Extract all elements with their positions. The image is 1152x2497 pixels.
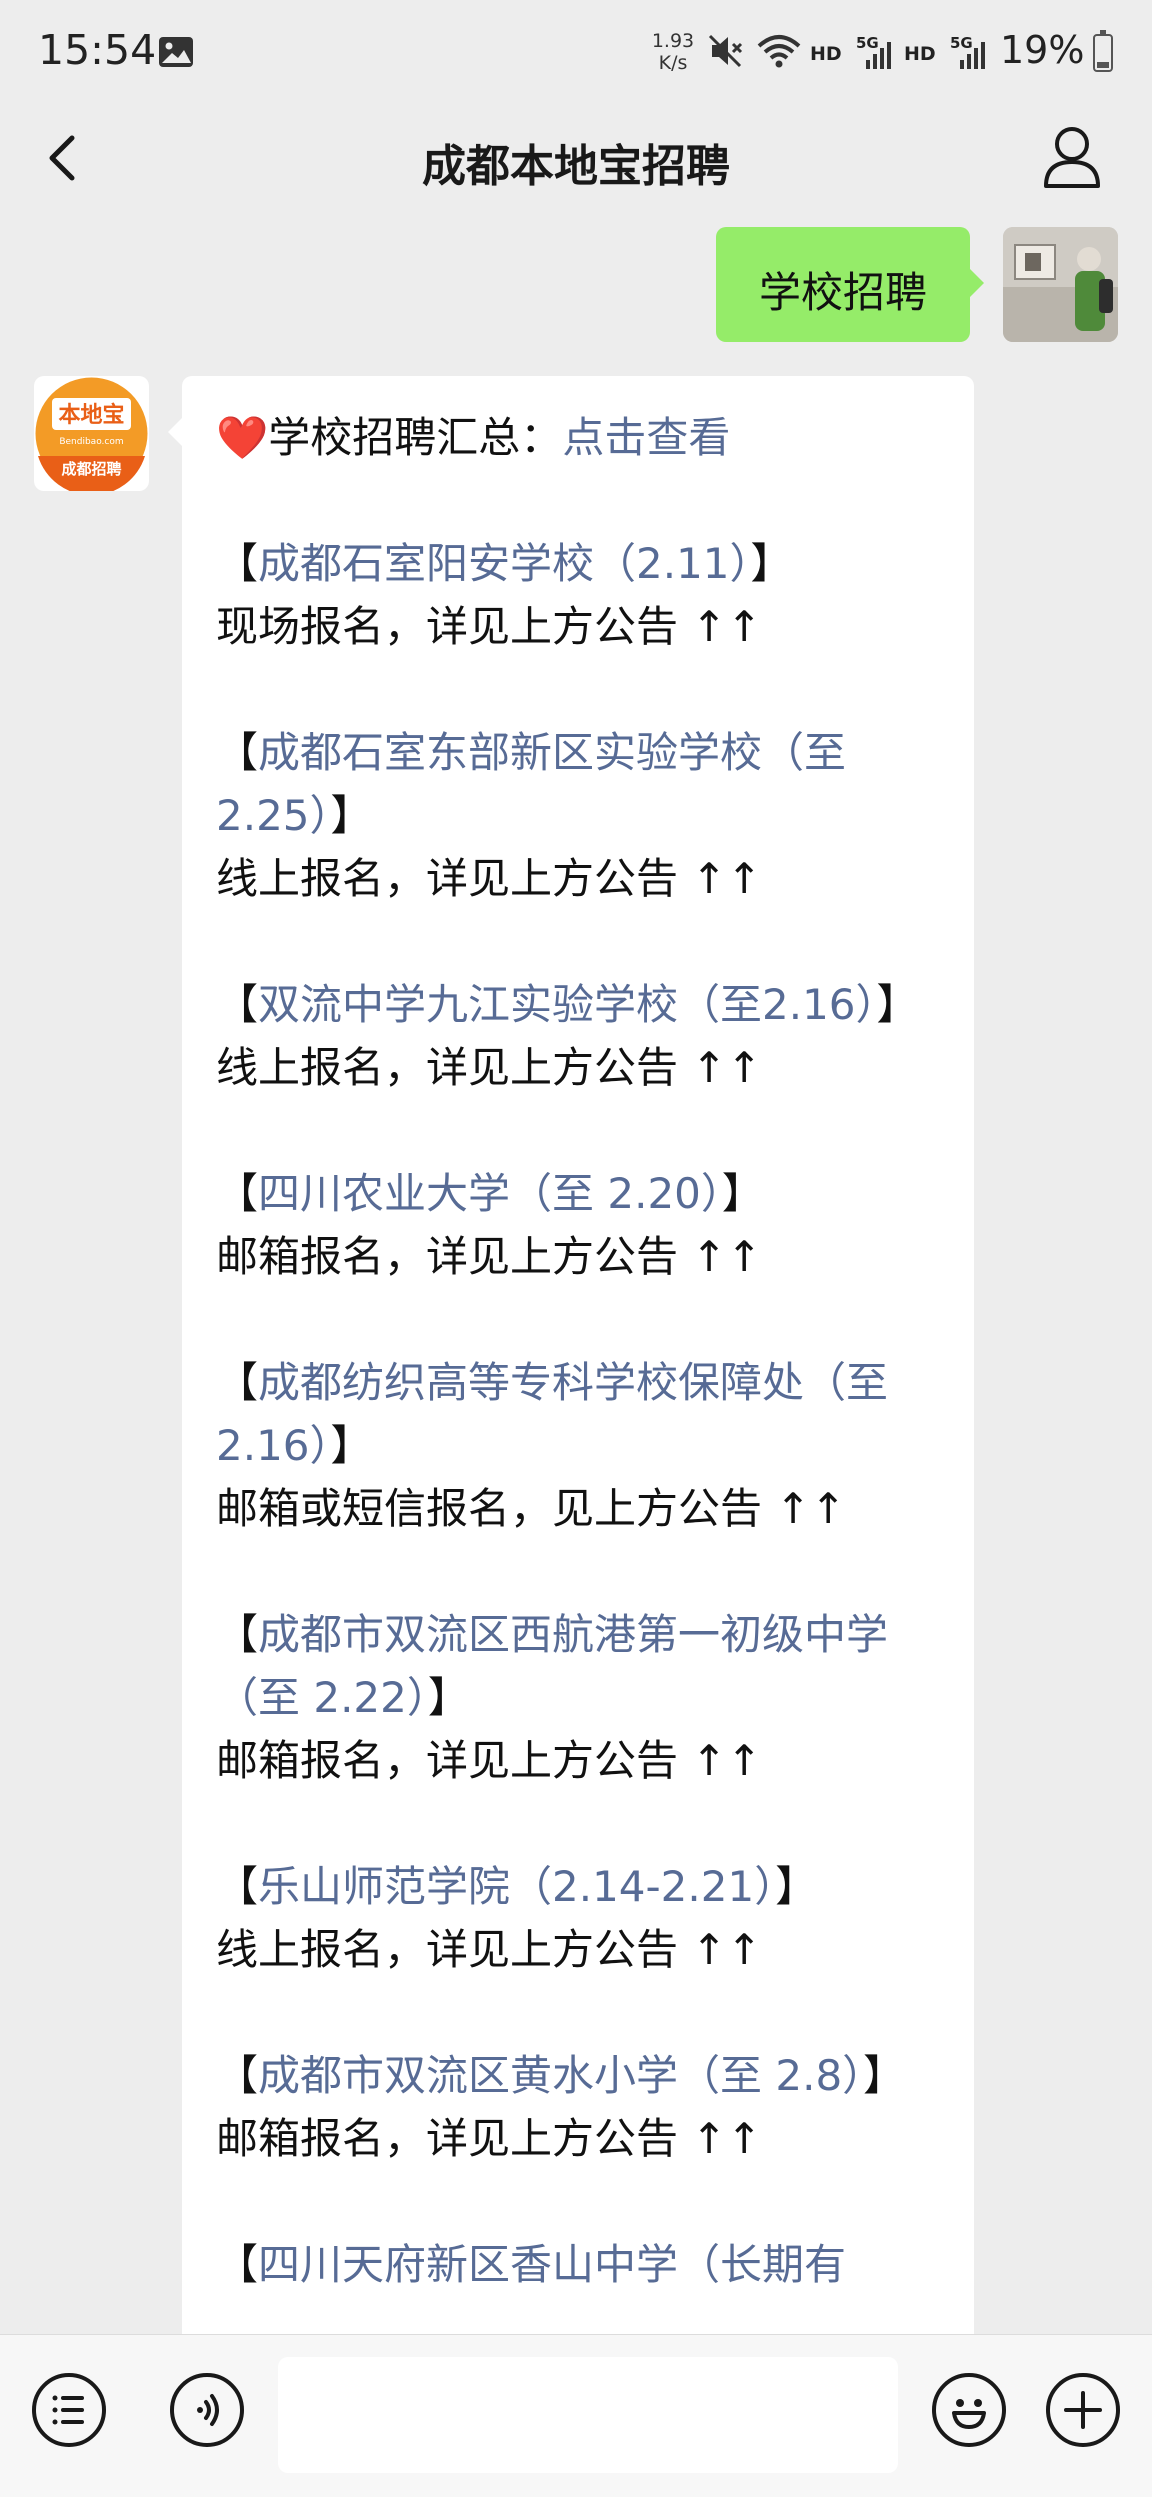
hd-label: HD [810,43,842,65]
recruitment-item: 【成都石室东部新区实验学校（至2.25）】线上报名，详见上方公告 ↑↑ [216,721,956,910]
bracket-open: 【 [216,980,259,1029]
status-bar: 15:54 1.93 K/s HD 5G HD 5G 19% [0,0,1152,100]
logo-bottom-text: 成都招聘 [61,460,121,478]
nav-bar: 成都本地宝招聘 [0,100,1152,220]
signup-note: 线上报名，详见上方公告 ↑↑ [216,1043,762,1092]
bracket-open: 【 [216,1358,259,1407]
hd-label-2: HD [904,43,936,65]
message-input[interactable] [278,2357,898,2473]
view-all-link[interactable]: 点击查看 [562,413,730,462]
summary-line: ❤️学校招聘汇总：点击查看 [216,406,956,469]
menu-button[interactable] [32,2373,106,2447]
plus-button[interactable] [1046,2373,1120,2447]
bracket-open: 【 [216,2051,259,2100]
message-content: ❤️学校招聘汇总：点击查看 【成都石室阳安学校（2.11）】 现场报名，详见上方公… [216,406,956,2359]
my-avatar[interactable] [1003,227,1118,342]
recruitment-item: 【成都市双流区黄水小学（至 2.8）】邮箱报名，详见上方公告 ↑↑ [216,2044,956,2170]
school-link[interactable]: 乐山师范学院（2.14-2.21） [258,1862,775,1911]
signup-note: 邮箱或短信报名，见上方公告 ↑↑ [216,1484,846,1533]
school-link[interactable]: 成都市双流区黄水小学（至 2.8） [258,2051,863,2100]
sent-message-text: 学校招聘 [758,268,927,317]
recruitment-item: 【乐山师范学院（2.14-2.21）】 线上报名，详见上方公告 ↑↑ [216,1855,956,1981]
battery-percent: 19% [1000,28,1085,72]
voice-icon [197,2394,219,2426]
school-link[interactable]: 成都石室东部新区实验学校（至2.25） [216,728,846,840]
signal-icon-2 [960,42,985,69]
bracket-open: 【 [216,539,259,588]
signup-note: 邮箱报名，详见上方公告 ↑↑ [216,2114,762,2163]
logo-url-text: Bendibao.com [59,437,123,447]
bracket-close: 】 [427,1673,470,1722]
signup-note: 线上报名，详见上方公告 ↑↑ [216,854,762,903]
recruitment-item: 【成都纺织高等专科学校保障处（至2.16）】邮箱或短信报名，见上方公告 ↑↑ [216,1351,956,1540]
bracket-open: 【 [216,1610,259,1659]
recruitment-item: 【成都市双流区西航港第一初级中学（至 2.22）】邮箱报名，详见上方公告 ↑↑ [216,1603,956,1792]
status-time: 15:54 [38,26,157,74]
summary-label: 学校招聘汇总： [268,413,563,462]
bracket-close: 】 [721,1169,764,1218]
sent-message-bubble[interactable]: 学校招聘 [716,227,984,342]
bracket-open: 【 [216,728,259,777]
recruitment-item: 【四川天府新区香山中学（长期有 [216,2233,956,2296]
person-icon[interactable] [1040,122,1104,192]
bracket-close: 】 [330,1421,373,1470]
bracket-open: 【 [216,1862,259,1911]
recruitment-item: 【成都石室阳安学校（2.11）】现场报名，详见上方公告 ↑↑ [216,532,956,658]
school-link[interactable]: 双流中学九江实验学校（至2.16） [258,980,877,1029]
voice-button[interactable] [170,2373,244,2447]
bracket-open: 【 [216,1169,259,1218]
school-link[interactable]: 成都纺织高等专科学校保障处（至2.16） [216,1358,888,1470]
mute-icon [708,34,743,68]
menu-list-icon [52,2395,84,2425]
bracket-close: 】 [750,539,793,588]
logo-top-text: 本地宝 [58,402,124,428]
emoji-icon [952,2399,986,2429]
bracket-close: 】 [876,980,919,1029]
battery-icon [1093,30,1113,72]
page-title: 成都本地宝招聘 [422,141,730,192]
signup-note: 邮箱报名，详见上方公告 ↑↑ [216,1232,762,1281]
recruitment-item: 【四川农业大学（至 2.20）】邮箱报名，详见上方公告 ↑↑ [216,1162,956,1288]
gallery-icon [159,37,193,67]
school-link[interactable]: 成都石室阳安学校（2.11） [258,539,751,588]
signal-icon [866,42,891,69]
heart-icon: ❤️ [216,413,269,462]
plus-icon [1064,2391,1102,2429]
bracket-close: 】 [775,1862,818,1911]
signup-note: 线上报名，详见上方公告 ↑↑ [216,1925,762,1974]
bracket-close: 】 [330,791,373,840]
bracket-open: 【 [216,2240,259,2289]
school-link[interactable]: 成都市双流区西航港第一初级中学（至 2.22） [216,1610,888,1722]
input-bar [0,2334,1152,2497]
signup-note: 邮箱报名，详见上方公告 ↑↑ [216,1736,762,1785]
signup-note: 现场报名，详见上方公告 ↑↑ [216,602,762,651]
school-link[interactable]: 四川天府新区香山中学（长期有 [258,2240,846,2289]
user-photo-icon [1003,227,1118,342]
bot-avatar[interactable]: 本地宝 Bendibao.com 成都招聘 [34,376,149,491]
recruitment-list: 【成都石室阳安学校（2.11）】 现场报名，详见上方公告 ↑↑ 【成都石室东部新区实… [216,532,956,2296]
received-message-bubble[interactable]: ❤️学校招聘汇总：点击查看 【成都石室阳安学校（2.11）】 现场报名，详见上方公… [168,376,974,2376]
recruitment-item: 【双流中学九江实验学校（至2.16）】线上报名，详见上方公告 ↑↑ [216,973,956,1099]
school-link[interactable]: 四川农业大学（至 2.20） [258,1169,722,1218]
bendibao-logo: 本地宝 Bendibao.com 成都招聘 [35,377,148,491]
bracket-close: 】 [863,2051,906,2100]
net-speed: 1.93 K/s [651,30,695,74]
emoji-button[interactable] [932,2373,1006,2447]
wifi-icon [757,35,801,68]
